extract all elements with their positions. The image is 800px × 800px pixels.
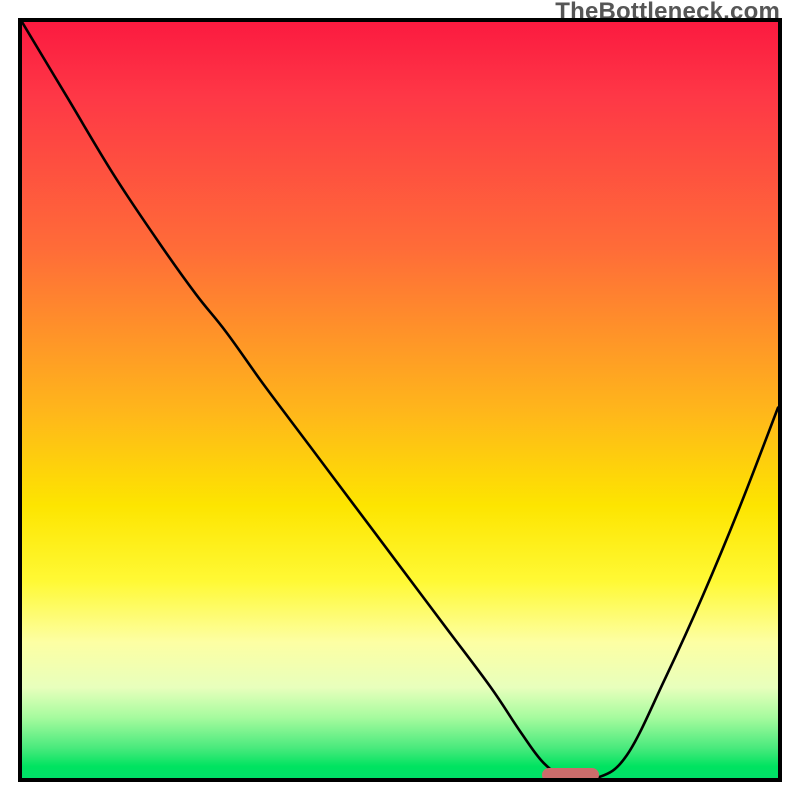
plot-area — [18, 18, 782, 782]
bottleneck-curve — [22, 22, 778, 778]
chart-frame: TheBottleneck.com — [0, 0, 800, 800]
optimal-marker — [542, 768, 599, 782]
